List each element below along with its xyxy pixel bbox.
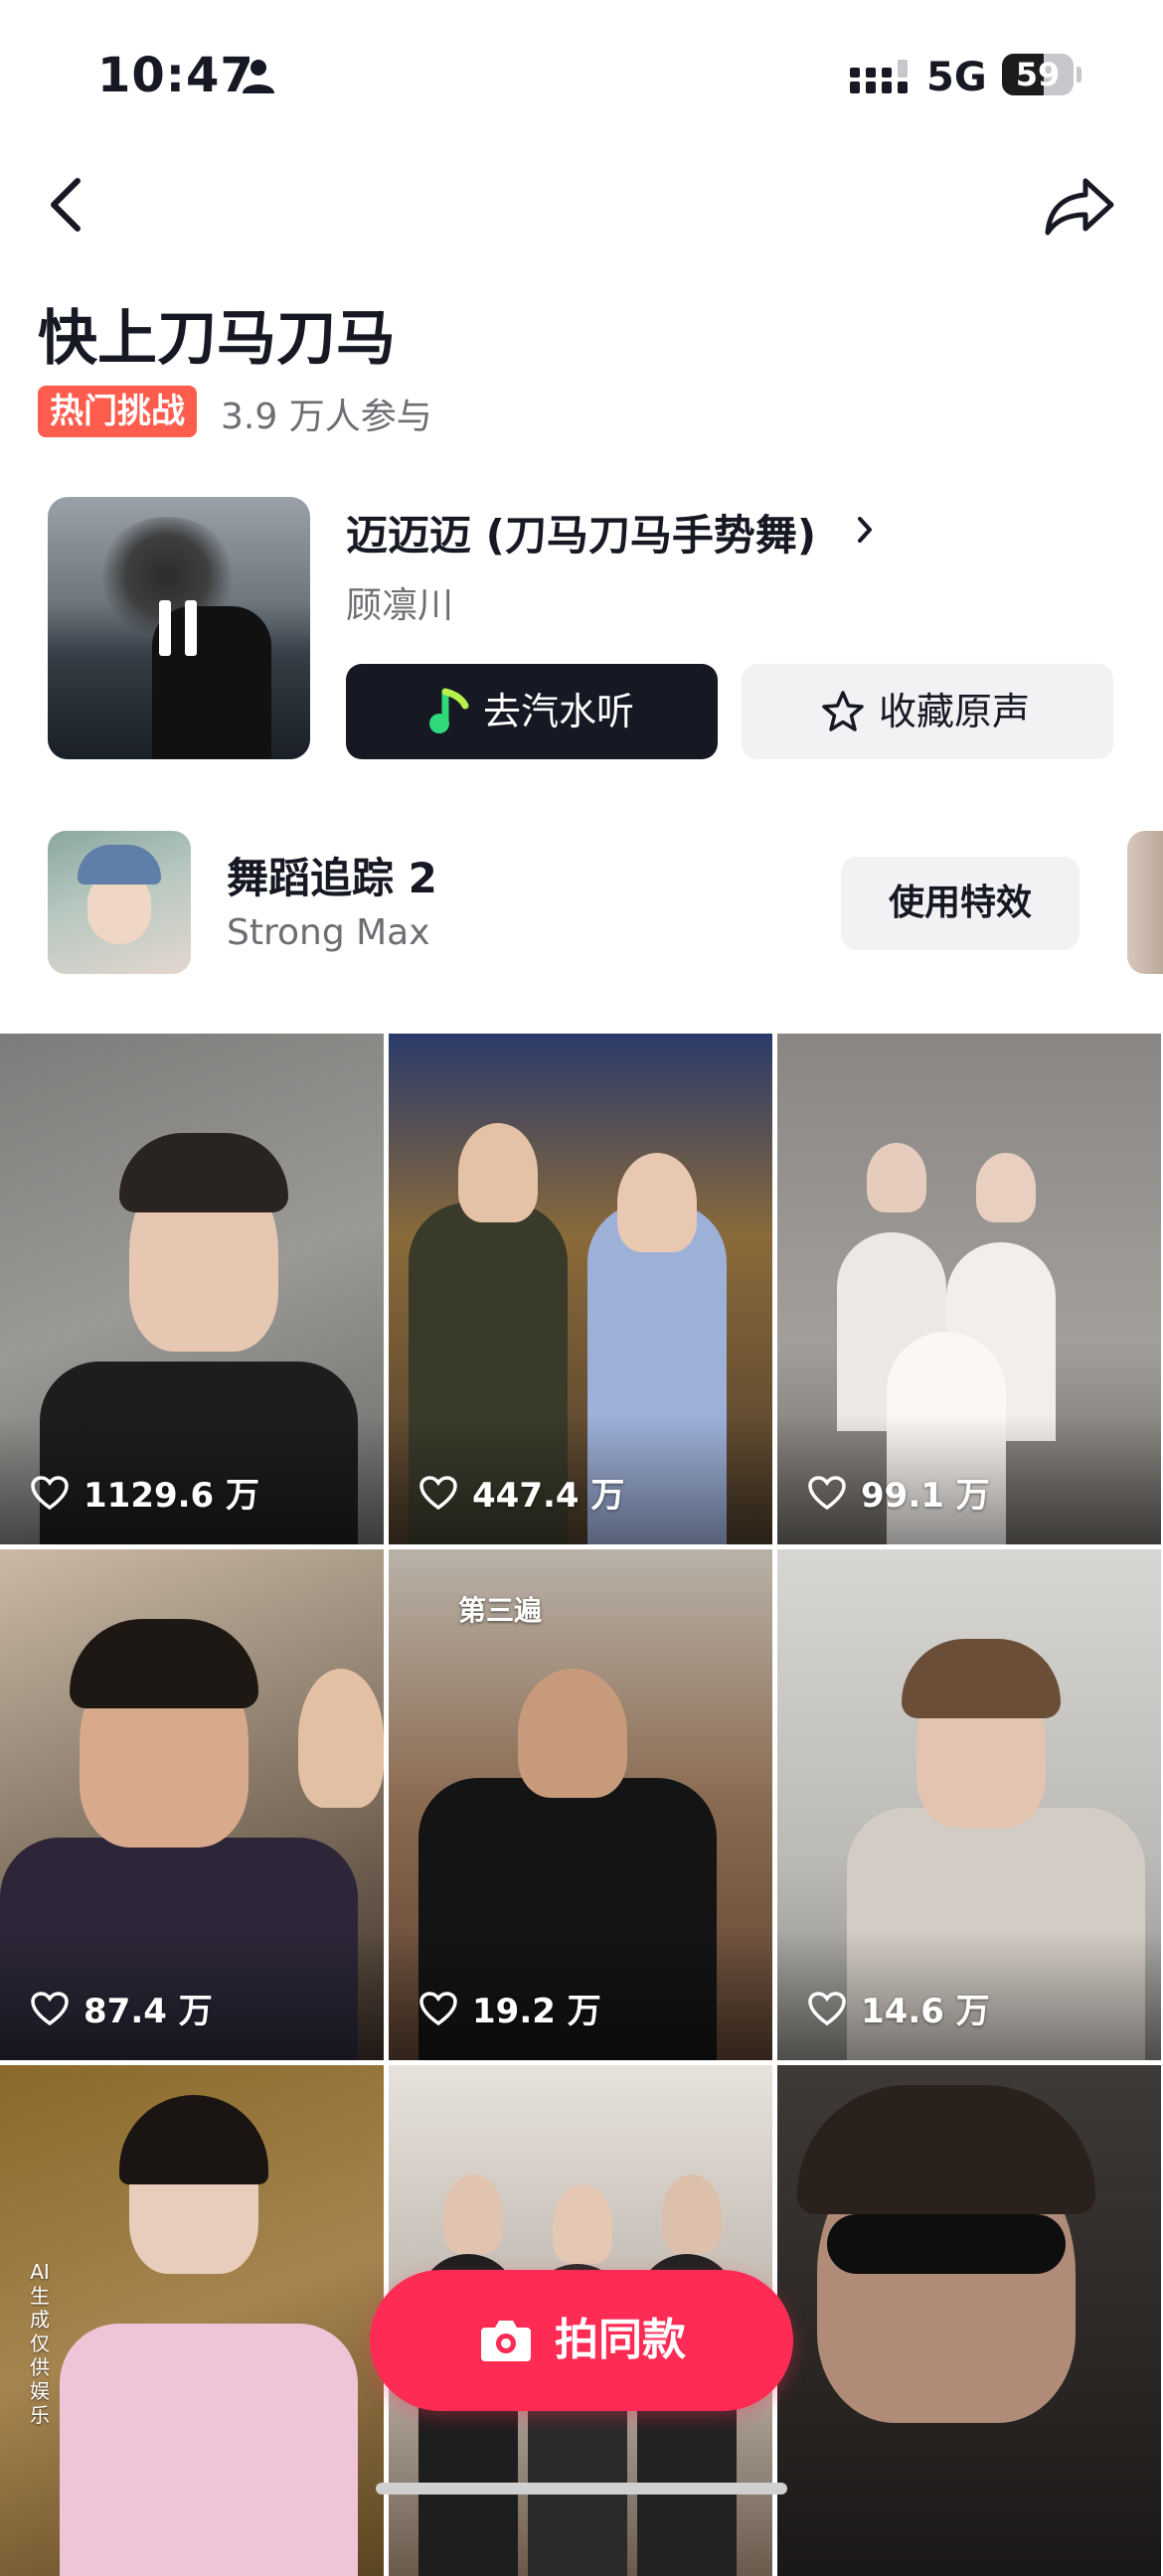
participants-count: 3.9 万人参与	[221, 397, 432, 437]
favorite-sound-button[interactable]: 收藏原声	[742, 664, 1113, 759]
song-title[interactable]: 迈迈迈 (刀马刀马手势舞)	[346, 502, 816, 563]
camera-icon	[481, 2321, 531, 2361]
hot-challenge-badge: 热门挑战	[38, 386, 197, 437]
person-icon	[243, 60, 274, 93]
music-cover[interactable]	[48, 497, 310, 759]
video-tile[interactable]: 1129.6 万	[0, 1034, 384, 1544]
heart-icon	[419, 1991, 457, 2025]
video-likes: 19.2 万	[418, 1984, 601, 2032]
star-icon	[822, 691, 864, 731]
effect-thumbnail[interactable]	[48, 831, 191, 974]
battery-level: 59	[1015, 56, 1061, 93]
likes-count: 447.4 万	[472, 1476, 625, 1516]
status-bar: 10:47 5G 59	[0, 0, 1163, 149]
shoot-button-label: 拍同款	[555, 2315, 686, 2365]
favorite-button-label: 收藏原声	[879, 690, 1031, 733]
chevron-right-icon[interactable]	[855, 515, 875, 545]
likes-count: 19.2 万	[472, 1992, 601, 2031]
video-tile[interactable]: 447.4 万	[389, 1034, 772, 1544]
network-label: 5G	[926, 55, 987, 100]
video-likes: 14.6 万	[807, 1984, 990, 2032]
video-likes: 447.4 万	[418, 1468, 624, 1517]
song-artist[interactable]: 顾凛川	[346, 576, 453, 628]
heart-icon	[808, 1991, 846, 2025]
video-likes: 1129.6 万	[30, 1468, 259, 1517]
video-tile[interactable]: 87.4 万	[0, 1549, 384, 2060]
video-likes: 87.4 万	[30, 1984, 213, 2032]
video-tile[interactable]	[777, 2065, 1161, 2576]
heart-icon	[31, 1991, 69, 2025]
share-icon[interactable]	[1042, 175, 1117, 237]
ai-generated-tag: AI生成 仅供娱乐	[30, 2260, 50, 2427]
next-effect-thumbnail[interactable]	[1127, 831, 1163, 974]
likes-count: 99.1 万	[861, 1476, 990, 1516]
video-likes: 99.1 万	[807, 1468, 990, 1517]
listen-in-qishui-button[interactable]: 去汽水听	[346, 664, 718, 759]
heart-icon	[808, 1475, 846, 1510]
use-effect-button[interactable]: 使用特效	[841, 857, 1080, 950]
heart-icon	[419, 1475, 457, 1510]
page-title: 快上刀马刀马	[38, 304, 396, 374]
home-indicator[interactable]	[376, 2483, 787, 2495]
video-tile[interactable]: 99.1 万	[777, 1034, 1161, 1544]
video-overlay-text: 第三遍	[458, 1594, 543, 1627]
video-tile[interactable]: 第三遍 19.2 万	[389, 1549, 772, 2060]
battery-icon: 59	[1002, 54, 1081, 95]
effect-title[interactable]: 舞蹈追踪 2	[227, 845, 437, 905]
back-icon[interactable]	[42, 175, 93, 235]
likes-count: 87.4 万	[83, 1992, 213, 2031]
likes-count: 1129.6 万	[83, 1476, 260, 1516]
shoot-same-button[interactable]: 拍同款	[370, 2270, 793, 2411]
heart-icon	[31, 1475, 69, 1510]
video-tile[interactable]: AI生成 仅供娱乐	[0, 2065, 384, 2576]
music-icon	[429, 688, 469, 733]
signal-icon	[850, 60, 908, 93]
likes-count: 14.6 万	[861, 1992, 990, 2031]
status-time: 10:47	[97, 48, 254, 103]
video-tile[interactable]: 14.6 万	[777, 1549, 1161, 2060]
effect-author: Strong Max	[227, 912, 430, 953]
pause-icon[interactable]	[159, 600, 199, 656]
listen-button-label: 去汽水听	[483, 690, 635, 733]
